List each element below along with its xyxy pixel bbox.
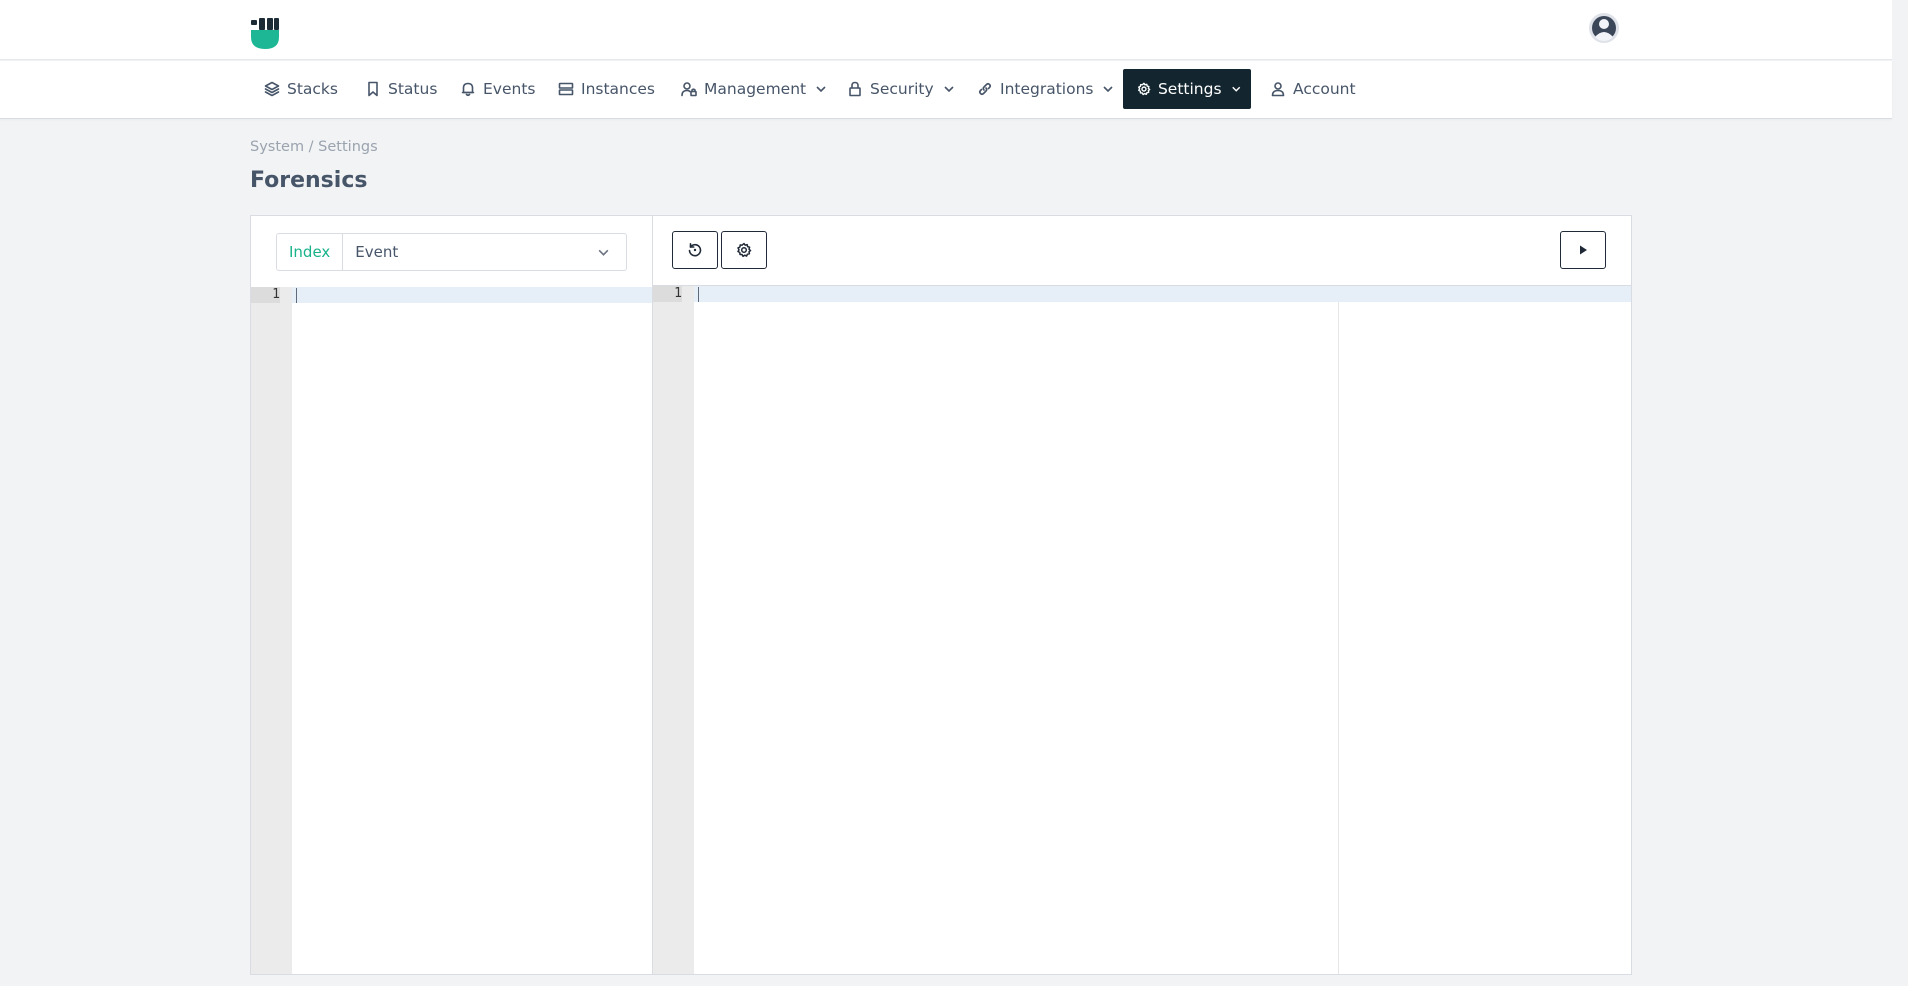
editor-gutter: 1 [251, 287, 292, 974]
avatar[interactable] [1589, 13, 1619, 43]
lock-icon [849, 81, 861, 97]
gear-icon [737, 242, 752, 258]
nav-item-label: Management [704, 80, 807, 98]
query-pane: Index Event 1 [251, 216, 653, 974]
nav-item-management[interactable]: Management [667, 69, 837, 109]
query-editor[interactable]: 1 [251, 287, 652, 974]
chevron-down-icon [1231, 86, 1240, 92]
line-number: 1 [653, 286, 682, 302]
nav-item-label: Events [483, 80, 536, 98]
active-line-highlight [694, 286, 1631, 302]
index-label: Index [277, 234, 344, 270]
chevron-down-icon [816, 86, 826, 93]
nav-item-instances[interactable]: Instances [544, 69, 665, 109]
bell-icon [461, 82, 475, 97]
layers-icon [264, 81, 280, 97]
nav-item-events[interactable]: Events [446, 69, 545, 109]
rotate-left-icon [688, 243, 702, 257]
forensics-panel: Index Event 1 1 [250, 215, 1632, 975]
bookmark-icon [368, 81, 378, 97]
index-value: Event [355, 243, 399, 261]
nav-item-label: Account [1293, 80, 1356, 98]
nav-item-stacks[interactable]: Stacks [250, 69, 348, 109]
main-nav: Stacks Status Events Instances Managemen… [0, 61, 1892, 119]
logo-icon[interactable] [250, 18, 280, 50]
nav-item-integrations[interactable]: Integrations [963, 69, 1124, 109]
text-cursor [698, 287, 699, 302]
reset-button[interactable] [672, 231, 718, 269]
settings-button[interactable] [721, 231, 767, 269]
editor-gutter: 1 [653, 286, 694, 974]
chevron-down-icon [1103, 86, 1114, 93]
line-number: 1 [251, 287, 280, 303]
nav-item-label: Settings [1157, 80, 1222, 98]
nav-item-label: Security [870, 80, 934, 98]
user-icon [1271, 82, 1285, 97]
play-icon [1580, 245, 1587, 255]
text-cursor [296, 288, 297, 303]
nav-item-label: Stacks [287, 80, 338, 98]
active-line-highlight [292, 287, 652, 303]
nav-item-status[interactable]: Status [351, 69, 447, 109]
run-query-button[interactable] [1560, 231, 1606, 269]
result-editor[interactable]: 1 [653, 285, 1631, 974]
nav-item-account[interactable]: Account [1256, 69, 1366, 109]
breadcrumb: System / Settings [250, 139, 378, 155]
nav-item-label: Integrations [1000, 80, 1094, 98]
nav-item-label: Instances [581, 80, 656, 98]
result-pane: 1 [653, 216, 1631, 974]
print-margin [1338, 302, 1339, 974]
page-title: Forensics [250, 168, 368, 193]
link-icon [978, 82, 992, 96]
nav-item-settings[interactable]: Settings [1123, 69, 1251, 109]
index-select[interactable]: Index Event [276, 233, 627, 271]
nav-item-label: Status [388, 80, 438, 98]
top-bar [0, 0, 1892, 60]
gear-icon [1138, 82, 1151, 96]
chevron-down-icon [598, 249, 609, 256]
server-icon [558, 82, 574, 96]
nav-item-security[interactable]: Security [833, 69, 965, 109]
chevron-down-icon [944, 86, 954, 93]
user-lock-icon [681, 82, 697, 97]
